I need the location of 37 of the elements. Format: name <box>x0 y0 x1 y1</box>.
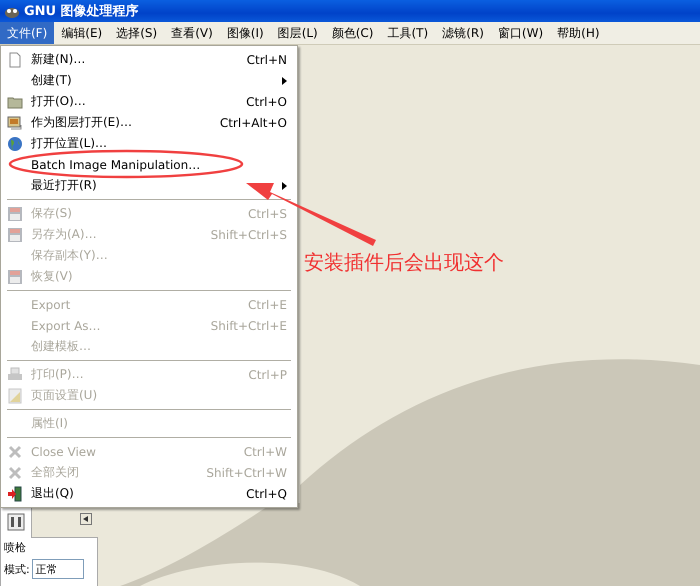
menu-entry[interactable]: 最近打开(R) <box>1 175 297 196</box>
image-icon <box>7 114 23 130</box>
close-icon <box>7 444 23 460</box>
menu-item[interactable]: 帮助(H) <box>550 22 607 44</box>
mode-label: 模式: <box>4 562 30 576</box>
menu-entry[interactable]: 退出(Q) Ctrl+Q <box>1 483 297 504</box>
menu-item[interactable]: 文件(F) <box>0 22 54 44</box>
exit-icon <box>7 486 23 502</box>
close-icon <box>7 464 23 480</box>
menu-entry[interactable]: 打开(O)… Ctrl+O <box>1 91 297 112</box>
page-setup-icon <box>7 388 23 404</box>
menu-item[interactable]: 窗口(W) <box>490 22 550 44</box>
left-arrow-icon <box>83 516 89 522</box>
menu-item[interactable]: 图层(L) <box>270 22 325 44</box>
tool-name: 喷枪 <box>4 541 26 554</box>
collapse-button[interactable] <box>80 513 92 525</box>
printer-icon <box>7 366 23 382</box>
document-icon <box>7 52 23 68</box>
menu-entry[interactable]: 作为图层打开(E)… Ctrl+Alt+O <box>1 112 297 133</box>
annotation-text: 安装插件后会出现这个 <box>304 249 504 276</box>
menu-item[interactable]: 颜色(C) <box>324 22 380 44</box>
menu-entry[interactable]: Batch Image Manipulation… <box>1 154 297 175</box>
menu-item[interactable]: 工具(T) <box>380 22 436 44</box>
menu-item[interactable]: 编辑(E) <box>54 22 110 44</box>
menu-item[interactable]: 选择(S) <box>109 22 164 44</box>
submenu-arrow-icon <box>282 182 287 190</box>
menu-item[interactable]: 图像(I) <box>220 22 271 44</box>
menu-item[interactable]: 滤镜(R) <box>435 22 491 44</box>
mode-dropdown[interactable]: 正常 <box>32 559 84 579</box>
window-title: GNU 图像处理程序 <box>24 2 139 20</box>
menu-item[interactable]: 查看(V) <box>164 22 220 44</box>
globe-icon <box>7 136 23 152</box>
menu-entry[interactable]: 新建(N)… Ctrl+N <box>1 49 297 70</box>
submenu-arrow-icon <box>282 76 287 84</box>
tool-options-icon <box>6 512 26 532</box>
menu-entry[interactable]: 创建(T) <box>1 70 297 91</box>
menu-entry[interactable]: 打开位置(L)… <box>1 133 297 154</box>
